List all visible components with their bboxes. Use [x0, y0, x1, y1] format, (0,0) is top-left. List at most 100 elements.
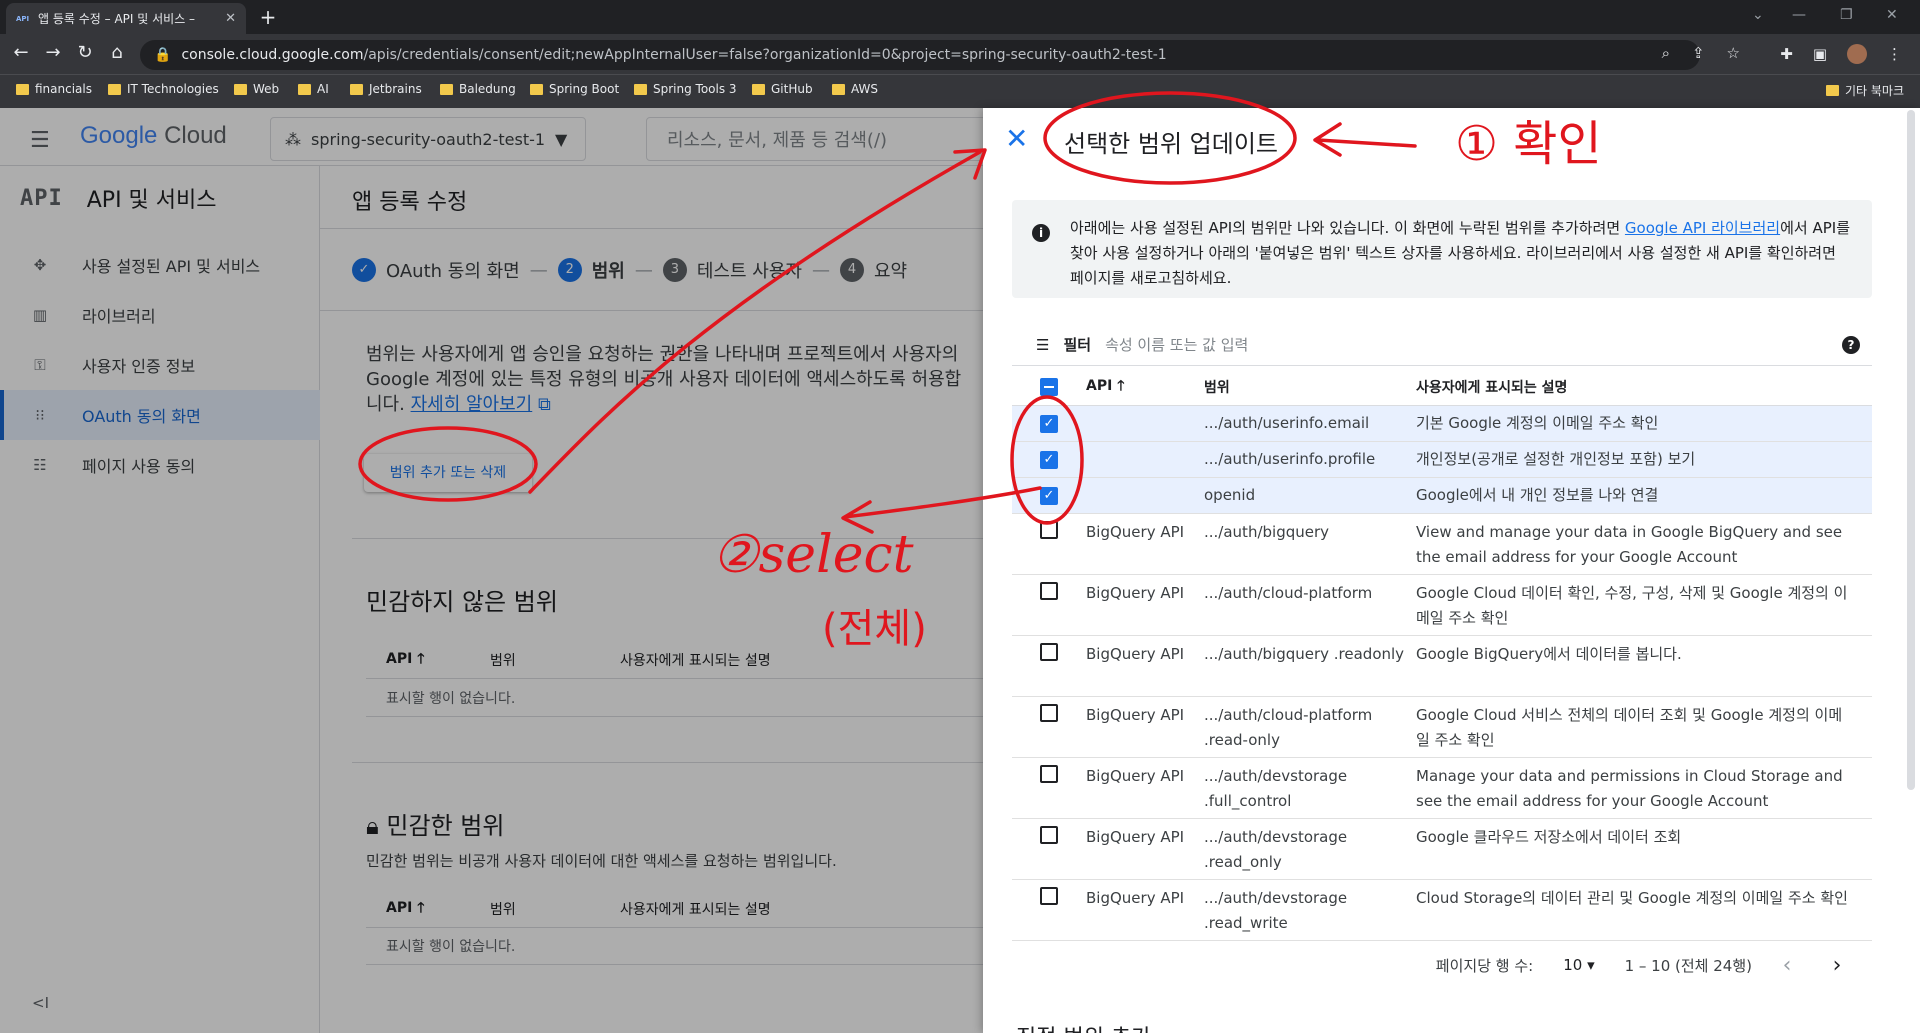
drawer-title: 선택한 범위 업데이트	[1064, 130, 1278, 158]
column-api[interactable]: API 🡑	[1086, 375, 1204, 399]
info-banner: i 아래에는 사용 설정된 API의 범위만 나와 있습니다. 이 화면에 누락…	[1012, 200, 1872, 298]
browser-tab-bar	[0, 0, 1920, 34]
row-checkbox[interactable]	[1040, 521, 1058, 539]
bookmark-financials[interactable]: financials	[16, 82, 92, 96]
next-page-icon[interactable]: ›	[1822, 953, 1852, 978]
row-scope: .../auth/cloud-platform .read-only	[1204, 706, 1373, 749]
minimize-icon[interactable]: —	[1792, 7, 1806, 23]
bookmark-jetbrains[interactable]: Jetbrains	[350, 82, 422, 96]
prev-page-icon[interactable]: ‹	[1772, 953, 1802, 978]
table-row[interactable]: ✓ .../auth/userinfo.email 기본 Google 계정의 …	[1012, 406, 1872, 442]
bookmark-it-technologies[interactable]: IT Technologies	[108, 82, 219, 96]
row-checkbox[interactable]	[1040, 887, 1058, 905]
filter-icon: ☰	[1036, 335, 1050, 354]
row-description: Google BigQuery에서 데이터를 봅니다.	[1416, 645, 1682, 663]
bookmark-github[interactable]: GitHub	[752, 82, 813, 96]
other-bookmarks[interactable]: 기타 북마크	[1826, 82, 1904, 99]
restore-icon[interactable]: ❐	[1840, 7, 1853, 23]
close-window-icon[interactable]: ✕	[1886, 7, 1898, 23]
modal-scrim[interactable]	[0, 108, 983, 1033]
bookmark-spring-tools[interactable]: Spring Tools 3	[634, 82, 737, 96]
bookmark-spring-boot[interactable]: Spring Boot	[530, 82, 619, 96]
table-row[interactable]: BigQuery API .../auth/devstorage .read_w…	[1012, 880, 1872, 941]
folder-icon	[16, 83, 29, 95]
row-scope: .../auth/bigquery	[1204, 523, 1330, 541]
row-description: Google Cloud 데이터 확인, 수정, 구성, 삭제 및 Google…	[1416, 584, 1848, 627]
filter-input[interactable]: 속성 이름 또는 값 입력	[1105, 334, 1828, 355]
rows-per-page-select[interactable]: 10 ▾	[1553, 956, 1604, 974]
row-scope: .../auth/userinfo.profile	[1204, 450, 1376, 468]
back-icon[interactable]: ←	[8, 40, 34, 66]
drawer-scrollbar[interactable]	[1907, 110, 1915, 790]
table-row[interactable]: BigQuery API .../auth/bigquery .readonly…	[1012, 636, 1872, 697]
bookmark-aws[interactable]: AWS	[832, 82, 878, 96]
row-scope: .../auth/bigquery .readonly	[1204, 645, 1405, 663]
bookmark-star-icon[interactable]: ☆	[1727, 44, 1740, 62]
row-scope: .../auth/cloud-platform	[1204, 584, 1373, 602]
tab-favicon-icon: API	[16, 14, 30, 23]
forward-icon[interactable]: →	[40, 40, 66, 66]
scopes-table: API 🡑 범위 사용자에게 표시되는 설명 ✓ .../auth/userin…	[1012, 368, 1872, 941]
extensions-icon[interactable]: ✚	[1780, 45, 1793, 63]
tab-search-icon[interactable]: ⌄	[1752, 7, 1764, 23]
sidepanel-icon[interactable]: ▣	[1813, 45, 1827, 63]
folder-icon	[752, 83, 765, 95]
reload-icon[interactable]: ↻	[72, 40, 98, 66]
row-checkbox[interactable]	[1040, 704, 1058, 722]
omnibox-actions: ⌕ ⇪ ☆	[1662, 44, 1740, 62]
new-tab-button[interactable]: +	[256, 6, 280, 30]
row-checkbox[interactable]	[1040, 826, 1058, 844]
row-api: BigQuery API	[1086, 767, 1185, 785]
row-api: BigQuery API	[1086, 828, 1185, 846]
row-api: BigQuery API	[1086, 523, 1185, 541]
bookmark-web[interactable]: Web	[234, 82, 279, 96]
folder-icon	[108, 83, 121, 95]
row-checkbox[interactable]: ✓	[1040, 414, 1058, 433]
zoom-icon[interactable]: ⌕	[1662, 44, 1670, 62]
row-api: BigQuery API	[1086, 889, 1185, 907]
api-library-link[interactable]: Google API 라이브러리	[1625, 219, 1780, 237]
info-text: 아래에는 사용 설정된 API의 범위만 나와 있습니다. 이 화면에 누락된 …	[1070, 219, 1850, 287]
filter-bar: ☰ 필터 속성 이름 또는 값 입력 ?	[1012, 324, 1872, 366]
row-description: Manage your data and permissions in Clou…	[1416, 767, 1843, 810]
row-checkbox[interactable]: ✓	[1040, 486, 1058, 505]
share-icon[interactable]: ⇪	[1692, 44, 1705, 62]
folder-icon	[832, 83, 845, 95]
row-api: BigQuery API	[1086, 706, 1185, 724]
table-row[interactable]: ✓ .../auth/userinfo.profile 개인정보(공개로 설정한…	[1012, 442, 1872, 478]
table-row[interactable]: BigQuery API .../auth/bigquery View and …	[1012, 514, 1872, 575]
tab-close-icon[interactable]: ✕	[225, 11, 236, 26]
address-bar[interactable]: 🔒 console.cloud.google.com/apis/credenti…	[140, 40, 1700, 70]
row-description: Google 클라우드 저장소에서 데이터 조회	[1416, 828, 1682, 846]
table-row[interactable]: BigQuery API .../auth/devstorage .read_o…	[1012, 819, 1872, 880]
row-checkbox[interactable]	[1040, 643, 1058, 661]
row-scope: .../auth/devstorage .full_control	[1204, 767, 1348, 810]
rows-per-page-label: 페이지당 행 수:	[1435, 956, 1534, 975]
column-description: 사용자에게 표시되는 설명	[1416, 379, 1568, 396]
bookmark-ai[interactable]: AI	[298, 82, 329, 96]
extension-icons: ✚ ▣ ⋮	[1780, 44, 1902, 64]
bookmark-baledung[interactable]: Baledung	[440, 82, 516, 96]
table-row[interactable]: BigQuery API .../auth/devstorage .full_c…	[1012, 758, 1872, 819]
menu-icon[interactable]: ⋮	[1887, 45, 1902, 63]
row-checkbox[interactable]	[1040, 765, 1058, 783]
folder-icon	[234, 83, 247, 95]
table-row[interactable]: BigQuery API .../auth/cloud-platform Goo…	[1012, 575, 1872, 636]
table-row[interactable]: BigQuery API .../auth/cloud-platform .re…	[1012, 697, 1872, 758]
row-checkbox[interactable]	[1040, 582, 1058, 600]
row-scope: .../auth/devstorage .read_only	[1204, 828, 1348, 871]
folder-icon	[530, 83, 543, 95]
pagination: 페이지당 행 수: 10 ▾ 1 – 10 (전체 24행) ‹ ›	[1012, 945, 1872, 985]
close-icon[interactable]: ✕	[1005, 122, 1028, 155]
row-description: Cloud Storage의 데이터 관리 및 Google 계정의 이메일 주…	[1416, 889, 1848, 907]
browser-tab[interactable]: API 앱 등록 수정 – API 및 서비스 – ✕	[6, 3, 246, 34]
profile-avatar[interactable]	[1847, 44, 1867, 64]
row-description: Google에서 내 개인 정보를 나와 연결	[1416, 486, 1659, 504]
row-checkbox[interactable]: ✓	[1040, 450, 1058, 469]
home-icon[interactable]: ⌂	[104, 40, 130, 66]
lock-icon: 🔒	[154, 47, 172, 63]
folder-icon	[298, 83, 311, 95]
select-all-checkbox[interactable]	[1040, 377, 1058, 396]
help-icon[interactable]: ?	[1842, 335, 1860, 354]
table-row[interactable]: ✓ openid Google에서 내 개인 정보를 나와 연결	[1012, 478, 1872, 514]
